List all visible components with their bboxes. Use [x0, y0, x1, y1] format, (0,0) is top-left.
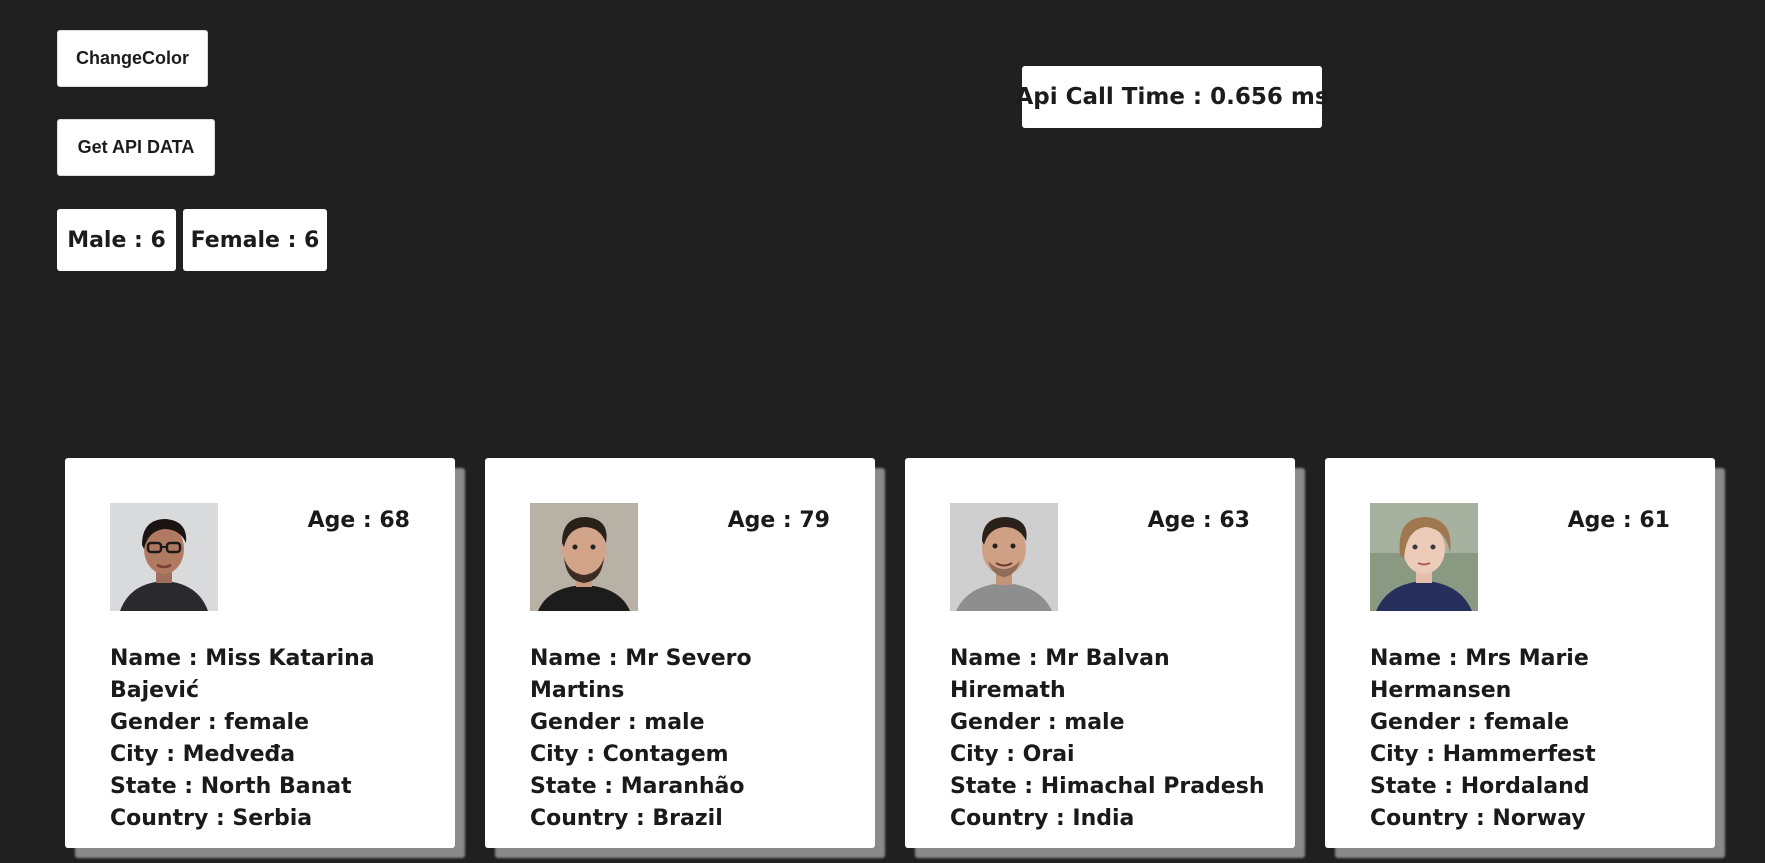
city-label: City : Medveđa	[110, 742, 296, 767]
change-color-button[interactable]: ChangeColor	[57, 30, 208, 87]
male-count-badge: Male : 6	[57, 209, 176, 271]
user-card: Age : 61 Name : Mrs Marie Hermansen Gend…	[1325, 458, 1715, 848]
gender-label: Gender : male	[530, 710, 705, 735]
api-call-time-badge: Api Call Time : 0.656 ms	[1015, 66, 1329, 128]
name-label: Name : Miss Katarina Bajević	[110, 646, 375, 703]
user-card: Age : 63 Name : Mr Balvan Hiremath Gende…	[905, 458, 1295, 848]
age-label: Age : 63	[1147, 508, 1250, 533]
user-info: Name : Mrs Marie Hermansen Gender : fema…	[1370, 643, 1690, 835]
city-label: City : Contagem	[530, 742, 729, 767]
name-label: Name : Mr Balvan Hiremath	[950, 646, 1170, 703]
user-info: Name : Mr Balvan Hiremath Gender : male …	[950, 643, 1270, 835]
city-label: City : Orai	[950, 742, 1075, 767]
name-label: Name : Mr Severo Martins	[530, 646, 752, 703]
city-label: City : Hammerfest	[1370, 742, 1596, 767]
state-label: State : Himachal Pradesh	[950, 774, 1265, 799]
age-label: Age : 68	[307, 508, 410, 533]
name-label: Name : Mrs Marie Hermansen	[1370, 646, 1589, 703]
gender-label: Gender : female	[1370, 710, 1569, 735]
country-label: Country : India	[950, 806, 1135, 831]
female-count-badge: Female : 6	[183, 209, 327, 271]
gender-label: Gender : female	[110, 710, 309, 735]
age-label: Age : 61	[1567, 508, 1670, 533]
smiling-man-icon	[950, 503, 1058, 611]
state-label: State : North Banat	[110, 774, 352, 799]
gender-label: Gender : male	[950, 710, 1125, 735]
country-label: Country : Serbia	[110, 806, 313, 831]
user-card: Age : 79 Name : Mr Severo Martins Gender…	[485, 458, 875, 848]
bearded-man-icon	[530, 503, 638, 611]
country-label: Country : Norway	[1370, 806, 1586, 831]
user-avatar	[110, 503, 218, 611]
age-label: Age : 79	[727, 508, 830, 533]
state-label: State : Hordaland	[1370, 774, 1590, 799]
user-info: Name : Mr Severo Martins Gender : male C…	[530, 643, 850, 835]
young-woman-icon	[1370, 503, 1478, 611]
woman-with-glasses-icon	[110, 503, 218, 611]
user-info: Name : Miss Katarina Bajević Gender : fe…	[110, 643, 430, 835]
user-card: Age : 68 Name : Miss Katarina Bajević Ge…	[65, 458, 455, 848]
get-api-data-button[interactable]: Get API DATA	[57, 119, 215, 176]
user-avatar	[1370, 503, 1478, 611]
state-label: State : Maranhão	[530, 774, 745, 799]
user-avatar	[950, 503, 1058, 611]
user-avatar	[530, 503, 638, 611]
country-label: Country : Brazil	[530, 806, 723, 831]
